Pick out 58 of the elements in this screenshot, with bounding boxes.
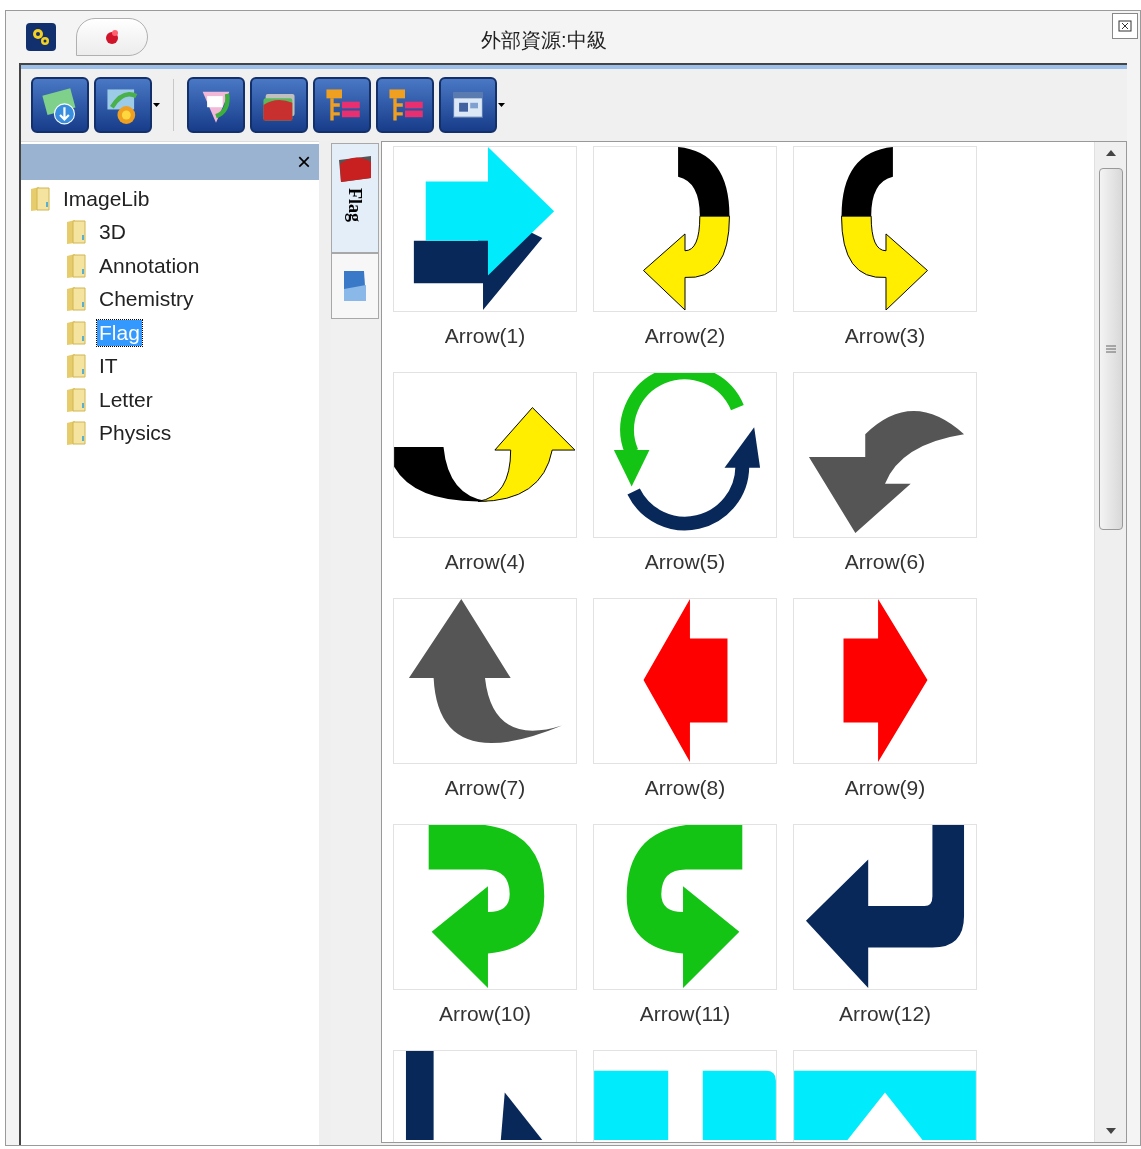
thumbnail-label: Arrow(11) (639, 1001, 731, 1027)
folder-icon (65, 353, 87, 380)
folder-icon (65, 252, 87, 279)
return-arrow-drawing[interactable] (793, 824, 977, 990)
thumbnail-label: Arrow(6) (844, 549, 926, 575)
close-button[interactable] (1112, 13, 1138, 39)
window-title: 外部資源:中級 (481, 28, 607, 53)
thumbnail-label: Arrow(3) (844, 323, 926, 349)
curved-arrow-drawing[interactable] (793, 146, 977, 312)
scrollbar[interactable] (1094, 142, 1126, 1142)
circular-arrows-drawing[interactable] (593, 372, 777, 538)
folder-icon (337, 154, 373, 184)
folder-icon (65, 219, 87, 246)
toolbar-button[interactable] (376, 77, 434, 133)
folder-icon (65, 319, 87, 346)
tree-item[interactable]: ImageLib (61, 185, 152, 212)
tree-item[interactable]: Chemistry (97, 286, 196, 313)
folder-icon (65, 420, 87, 447)
toolbar-button[interactable] (187, 77, 245, 133)
toolbar-button[interactable] (94, 77, 160, 133)
thumbnail-label: Arrow(4) (444, 549, 526, 575)
toolbar-button[interactable] (313, 77, 371, 133)
toolbar-button[interactable] (439, 77, 505, 133)
curved-arrow-drawing[interactable] (393, 372, 577, 538)
side-tab[interactable] (331, 253, 379, 319)
curved-arrow-drawing[interactable] (793, 372, 977, 538)
folder-icon (29, 185, 51, 212)
tree-item[interactable]: Physics (97, 420, 174, 447)
side-tab[interactable]: Flag (331, 143, 379, 253)
thumbnail-label: Arrow(5) (644, 549, 726, 575)
curved-arrow-drawing[interactable] (393, 598, 577, 764)
document-tab[interactable] (76, 18, 148, 56)
thumbnail-label: Arrow(2) (644, 323, 726, 349)
scroll-down-icon[interactable] (1105, 1128, 1116, 1134)
tree-item[interactable]: Annotation (97, 252, 202, 279)
thumbnail-label: Arrow(8) (644, 775, 726, 801)
scroll-up-icon[interactable] (1105, 150, 1116, 156)
thumbnail-label: Arrow(12) (838, 1001, 932, 1027)
scrollbar-thumb[interactable] (1098, 168, 1123, 530)
thumbnail-label: Arrow(9) (844, 775, 926, 801)
curved-arrow-drawing[interactable] (593, 146, 777, 312)
close-button[interactable]: × (297, 150, 311, 174)
tree-item[interactable]: 3D (97, 219, 128, 246)
close-icon (1118, 20, 1132, 32)
folder-icon (65, 386, 87, 413)
caret-icon (498, 103, 505, 107)
tree-item[interactable]: Letter (97, 386, 155, 413)
toolbar-button[interactable] (250, 77, 308, 133)
thumbnail-label: Arrow(7) (444, 775, 526, 801)
picture-icon (342, 269, 368, 303)
folder-icon (65, 286, 87, 313)
toolbar-button[interactable] (31, 77, 89, 133)
arrows-drawing[interactable] (393, 146, 577, 312)
thumbnail-label: Arrow(10) (438, 1001, 532, 1027)
thumbnail-label: Arrow(1) (444, 323, 526, 349)
tree-item[interactable]: IT (97, 353, 120, 380)
app-gear-icon[interactable] (26, 23, 56, 51)
caret-icon (153, 103, 160, 107)
